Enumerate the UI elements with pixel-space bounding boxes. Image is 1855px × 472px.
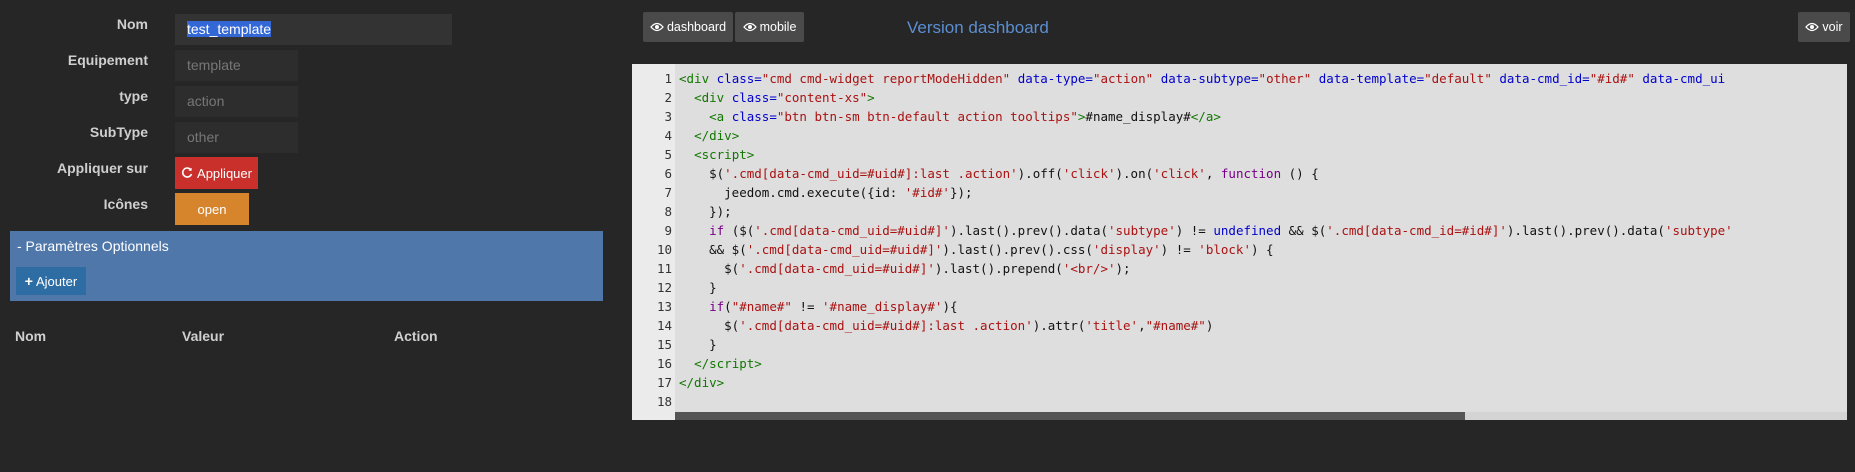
table-header-valeur: Valeur (182, 328, 225, 344)
code-line: <script> (694, 147, 755, 162)
type-label: type (119, 88, 148, 104)
subtype-label: SubType (89, 124, 148, 140)
line-number: 12 (656, 280, 672, 295)
nom-input[interactable]: test_template (175, 14, 452, 45)
code-line: <div class="cmd cmd-widget reportModeHid… (679, 71, 1726, 86)
line-number: 10 (656, 242, 672, 257)
dashboard-button-label: dashboard (666, 20, 727, 34)
line-number: 11 (656, 261, 672, 276)
code-line: && $('.cmd[data-cmd_uid=#uid#]').last().… (679, 242, 1274, 257)
code-line: $('.cmd[data-cmd_uid=#uid#]:last .action… (679, 318, 1214, 333)
eye-icon (742, 22, 757, 32)
version-title: Version dashboard (907, 18, 1049, 37)
code-line: } (679, 337, 717, 352)
code-line: }); (679, 204, 732, 219)
code-line: </script> (694, 356, 762, 371)
line-number: 1 (664, 71, 672, 86)
open-button[interactable]: open (175, 193, 249, 225)
code-line: jeedom.cmd.execute({id: '#id#'}); (679, 185, 973, 200)
code-line: $('.cmd[data-cmd_uid=#uid#]').last().pre… (679, 261, 1131, 276)
code-line: $('.cmd[data-cmd_uid=#uid#]:last .action… (679, 166, 1319, 181)
table-header-action: Action (394, 328, 438, 344)
appliquer-label: Appliquer sur (56, 160, 148, 176)
nom-label: Nom (116, 16, 148, 32)
appliquer-button-label: Appliquer (197, 165, 252, 181)
code-line: if ($('.cmd[data-cmd_uid=#uid#]').last()… (709, 223, 1733, 238)
line-number: 5 (664, 147, 672, 162)
refresh-icon (182, 167, 193, 178)
line-number: 14 (656, 318, 672, 333)
line-number: 16 (656, 356, 672, 371)
scrollbar-thumb[interactable] (675, 412, 1465, 420)
code-line: </div> (694, 128, 740, 143)
type-input[interactable]: action (175, 86, 298, 117)
line-number: 9 (664, 223, 672, 238)
code-line: } (679, 280, 717, 295)
line-number: 6 (664, 166, 672, 181)
voir-button-label: voir (1822, 20, 1843, 34)
add-parameter-button-label: Ajouter (35, 273, 78, 289)
table-header-nom: Nom (15, 328, 47, 344)
eye-icon (1805, 22, 1820, 32)
line-number: 2 (664, 90, 672, 105)
line-number: 18 (656, 394, 672, 409)
line-number: 7 (664, 185, 672, 200)
appliquer-button[interactable]: Appliquer (175, 157, 258, 189)
line-number: 3 (664, 109, 672, 124)
code-line: <a class="btn btn-sm btn-default action … (709, 109, 1221, 124)
line-number: 8 (664, 204, 672, 219)
code-editor[interactable]: 1 2 3 4 5 6 7 8 9 10 11 12 13 14 15 16 17 18 <div class="… (632, 64, 1847, 420)
line-number: 4 (664, 128, 672, 143)
optional-parameters-panel: - Paramètres Optionnels + Ajouter (10, 231, 603, 301)
optional-parameters-toggle[interactable]: - Paramètres Optionnels (17, 238, 169, 254)
code-line: </div> (679, 375, 725, 390)
code-line: <div class="content-xs"> (694, 90, 875, 105)
mobile-button[interactable]: mobile (735, 12, 804, 42)
add-parameter-button[interactable]: + Ajouter (16, 267, 86, 295)
dashboard-button[interactable]: dashboard (643, 12, 733, 42)
line-number: 15 (656, 337, 672, 352)
icones-label: Icônes (103, 196, 148, 212)
plus-icon: + (24, 273, 33, 289)
eye-icon (650, 22, 664, 32)
equipement-label: Equipement (67, 52, 148, 68)
horizontal-scrollbar[interactable] (675, 412, 1847, 420)
open-button-label: open (197, 201, 227, 217)
voir-button[interactable]: voir (1798, 12, 1850, 42)
subtype-input[interactable]: other (175, 122, 298, 153)
equipement-input[interactable]: template (175, 50, 298, 81)
code-line: if("#name#" != '#name_display#'){ (709, 299, 958, 314)
line-number: 17 (656, 375, 672, 390)
nom-input-value: test_template (187, 21, 272, 37)
mobile-button-label: mobile (759, 20, 797, 34)
line-number: 13 (656, 299, 672, 314)
